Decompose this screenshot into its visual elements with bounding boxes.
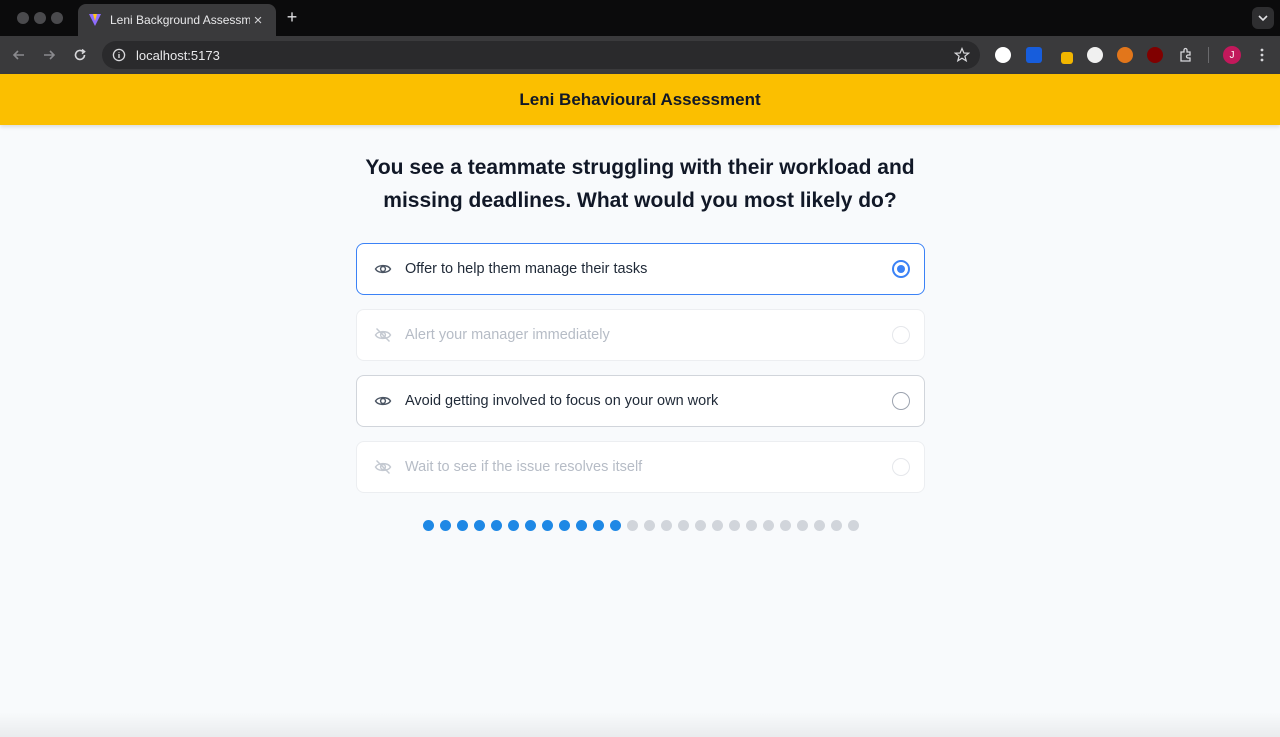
answer-option-label: Avoid getting involved to focus on your …	[405, 393, 719, 409]
progress-dot-pending	[712, 520, 723, 531]
progress-dot-complete	[525, 520, 536, 531]
kebab-menu-icon	[1260, 48, 1264, 62]
progress-dot-pending	[678, 520, 689, 531]
back-button[interactable]	[9, 45, 29, 65]
new-tab-button[interactable]: +	[282, 7, 302, 27]
arrow-left-icon	[12, 50, 24, 60]
answer-radio[interactable]	[892, 392, 910, 410]
eye-icon	[374, 264, 392, 274]
tab-search-button[interactable]	[1252, 7, 1274, 29]
answer-radio[interactable]	[892, 260, 910, 278]
answer-option-label: Wait to see if the issue resolves itself	[405, 459, 643, 475]
answer-option-2[interactable]: Alert your manager immediately	[356, 309, 925, 361]
browser-menu-button[interactable]	[1254, 46, 1270, 64]
url-text: localhost:5173	[136, 47, 220, 63]
eye-off-icon	[374, 460, 392, 474]
vite-favicon-icon	[89, 14, 101, 26]
address-bar[interactable]: localhost:5173	[102, 41, 980, 69]
progress-dot-complete	[508, 520, 519, 531]
extension-bitwarden-icon[interactable]	[1026, 47, 1042, 63]
app-title: Leni Behavioural Assessment	[519, 89, 761, 109]
bottom-shadow	[0, 712, 1280, 737]
answer-radio[interactable]	[892, 326, 910, 344]
progress-dot-pending	[797, 520, 808, 531]
extension-ball-icon[interactable]	[1087, 47, 1103, 63]
progress-dot-complete	[576, 520, 587, 531]
progress-dot-pending	[848, 520, 859, 531]
progress-dot-pending	[661, 520, 672, 531]
progress-dot-complete	[457, 520, 468, 531]
progress-dot-pending	[729, 520, 740, 531]
answer-option-label: Offer to help them manage their tasks	[405, 261, 648, 277]
progress-dot-complete	[491, 520, 502, 531]
chevron-down-icon	[1258, 15, 1268, 22]
tab-close-icon[interactable]: ×	[250, 12, 266, 29]
forward-button[interactable]	[39, 45, 59, 65]
progress-dot-pending	[763, 520, 774, 531]
eye-off-icon	[374, 328, 392, 342]
window-zoom-dot[interactable]	[51, 12, 63, 24]
answer-option-4[interactable]: Wait to see if the issue resolves itself	[356, 441, 925, 493]
question-text: You see a teammate struggling with their…	[365, 156, 915, 212]
progress-indicator	[423, 520, 865, 532]
progress-dot-pending	[627, 520, 638, 531]
extension-ublock-icon[interactable]	[1147, 47, 1163, 63]
progress-dot-complete	[559, 520, 570, 531]
answer-option-3[interactable]: Avoid getting involved to focus on your …	[356, 375, 925, 427]
browser-toolbar: localhost:5173 J	[0, 36, 1280, 74]
answer-option-1[interactable]: Offer to help them manage their tasks	[356, 243, 925, 295]
progress-dot-complete	[423, 520, 434, 531]
progress-dot-complete	[542, 520, 553, 531]
arrow-right-icon	[44, 50, 56, 60]
extension-metamask-icon[interactable]	[1117, 47, 1133, 63]
window-close-dot[interactable]	[17, 12, 29, 24]
progress-dot-pending	[780, 520, 791, 531]
progress-dot-complete	[474, 520, 485, 531]
answer-radio[interactable]	[892, 458, 910, 476]
progress-dot-complete	[593, 520, 604, 531]
reload-button[interactable]	[70, 45, 90, 65]
profile-avatar[interactable]: J	[1223, 46, 1241, 64]
app-header: Leni Behavioural Assessment	[0, 74, 1280, 125]
progress-dot-pending	[695, 520, 706, 531]
bookmark-star-icon[interactable]	[954, 47, 970, 63]
tab-title: Leni Background Assessment	[110, 13, 250, 27]
toolbar-separator	[1208, 47, 1209, 63]
progress-dot-pending	[831, 520, 842, 531]
extensions-puzzle-icon[interactable]	[1178, 47, 1194, 63]
answer-option-label: Alert your manager immediately	[405, 327, 610, 343]
eye-icon	[374, 396, 392, 406]
progress-dot-pending	[814, 520, 825, 531]
progress-dot-pending	[746, 520, 757, 531]
progress-dot-complete	[440, 520, 451, 531]
extension-compass-icon[interactable]	[995, 47, 1011, 63]
progress-dot-pending	[644, 520, 655, 531]
window-minimize-dot[interactable]	[34, 12, 46, 24]
reload-icon	[74, 48, 86, 61]
progress-dot-complete	[610, 520, 621, 531]
site-info-icon[interactable]	[112, 48, 126, 62]
extension-notes-icon[interactable]	[1061, 52, 1073, 64]
browser-tab[interactable]: Leni Background Assessment ×	[78, 4, 276, 36]
browser-tab-bar: Leni Background Assessment × +	[0, 0, 1280, 36]
